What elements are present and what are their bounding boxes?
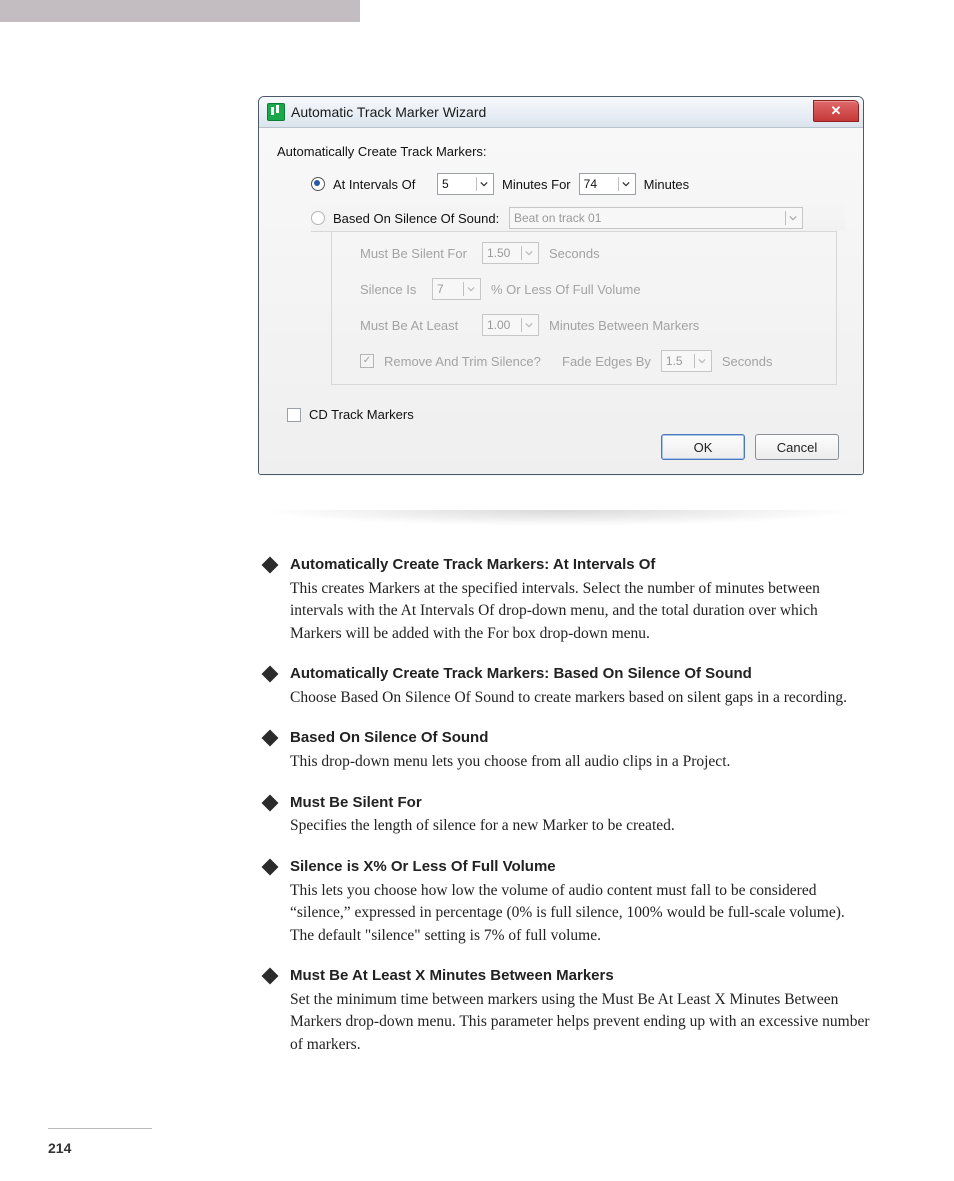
entry-title: Silence is X% Or Less Of Full Volume: [290, 856, 872, 878]
bullet-icon: [262, 794, 279, 811]
dialog-titlebar: Automatic Track Marker Wizard ✕: [259, 97, 863, 128]
fade-edges-label: Fade Edges By: [562, 354, 651, 369]
chevron-down-icon: [463, 282, 478, 296]
document-content: Automatically Create Track Markers: At I…: [260, 554, 872, 1056]
silence-is-suffix: % Or Less Of Full Volume: [491, 282, 641, 297]
entry-title: Must Be Silent For: [290, 792, 872, 814]
silence-group-wrap: Must Be Silent For 1.50 Seconds Silence …: [311, 231, 837, 385]
ok-label: OK: [694, 440, 713, 455]
cd-track-markers-row: CD Track Markers: [287, 407, 845, 422]
silence-clip-value: Beat on track 01: [514, 211, 781, 225]
dialog-title: Automatic Track Marker Wizard: [291, 104, 486, 120]
dialog-body: Automatically Create Track Markers: At I…: [259, 128, 863, 474]
page-header-bar: [0, 0, 360, 22]
minutes-for-value: 74: [584, 177, 614, 191]
track-marker-wizard-dialog: Automatic Track Marker Wizard ✕ Automati…: [258, 96, 864, 475]
entry-body: Specifies the length of silence for a ne…: [290, 815, 872, 837]
ok-button[interactable]: OK: [661, 434, 745, 460]
fade-seconds-label: Seconds: [722, 354, 773, 369]
list-item: Based On Silence Of Sound This drop-down…: [260, 727, 872, 773]
silence-is-row: Silence Is 7 % Or Less Of Full Volume: [360, 278, 820, 300]
footer-rule: [48, 1128, 152, 1129]
cd-track-markers-label: CD Track Markers: [309, 407, 414, 422]
bullet-icon: [262, 730, 279, 747]
must-be-at-least-suffix: Minutes Between Markers: [549, 318, 699, 333]
must-be-at-least-label: Must Be At Least: [360, 318, 472, 333]
must-be-silent-value: 1.50: [487, 246, 517, 260]
minutes-label: Minutes: [644, 177, 690, 192]
list-item: Silence is X% Or Less Of Full Volume Thi…: [260, 856, 872, 947]
bullet-icon: [262, 557, 279, 574]
based-on-silence-radio[interactable]: [311, 211, 325, 225]
section-title: Automatically Create Track Markers:: [277, 144, 845, 159]
silence-options-group: Must Be Silent For 1.50 Seconds Silence …: [331, 232, 837, 385]
cancel-button[interactable]: Cancel: [755, 434, 839, 460]
entry-title: Automatically Create Track Markers: At I…: [290, 554, 872, 576]
chevron-down-icon: [785, 211, 800, 225]
minutes-for-label: Minutes For: [502, 177, 571, 192]
minutes-for-combo[interactable]: 74: [579, 173, 636, 195]
must-be-silent-combo[interactable]: 1.50: [482, 242, 539, 264]
silence-is-combo[interactable]: 7: [432, 278, 481, 300]
bullet-icon: [262, 967, 279, 984]
must-be-silent-label: Must Be Silent For: [360, 246, 472, 261]
remove-trim-checkbox[interactable]: ✓: [360, 354, 374, 368]
silence-is-label: Silence Is: [360, 282, 422, 297]
bullet-icon: [262, 666, 279, 683]
dialog-buttons: OK Cancel: [277, 434, 845, 460]
must-be-at-least-row: Must Be At Least 1.00 Minutes Between Ma…: [360, 314, 820, 336]
must-be-silent-row: Must Be Silent For 1.50 Seconds: [360, 242, 820, 264]
list-item: Must Be At Least X Minutes Between Marke…: [260, 965, 872, 1056]
entry-body: Choose Based On Silence Of Sound to crea…: [290, 687, 872, 709]
chevron-down-icon: [618, 177, 633, 191]
chevron-down-icon: [476, 177, 491, 191]
fade-edges-combo[interactable]: 1.5: [661, 350, 712, 372]
entry-title: Automatically Create Track Markers: Base…: [290, 663, 872, 685]
cancel-label: Cancel: [777, 440, 817, 455]
chevron-down-icon: [521, 318, 536, 332]
entry-title: Based On Silence Of Sound: [290, 727, 872, 749]
must-be-at-least-combo[interactable]: 1.00: [482, 314, 539, 336]
list-item: Must Be Silent For Specifies the length …: [260, 792, 872, 838]
entry-title: Must Be At Least X Minutes Between Marke…: [290, 965, 872, 987]
silence-clip-combo[interactable]: Beat on track 01: [509, 207, 803, 229]
at-intervals-row: At Intervals Of 5 Minutes For 74 Minutes: [311, 173, 845, 195]
list-item: Automatically Create Track Markers: At I…: [260, 554, 872, 645]
at-intervals-value-combo[interactable]: 5: [437, 173, 494, 195]
entry-body: This creates Markers at the specified in…: [290, 578, 872, 645]
list-item: Automatically Create Track Markers: Base…: [260, 663, 872, 709]
at-intervals-label: At Intervals Of: [333, 177, 429, 192]
based-on-silence-label: Based On Silence Of Sound:: [333, 211, 501, 226]
must-be-at-least-value: 1.00: [487, 318, 517, 332]
bullet-icon: [262, 858, 279, 875]
close-icon: ✕: [831, 103, 842, 119]
seconds-label: Seconds: [549, 246, 600, 261]
app-icon: [267, 103, 285, 121]
entry-body: Set the minimum time between markers usi…: [290, 989, 872, 1056]
chevron-down-icon: [521, 246, 536, 260]
dialog-shadow: [258, 510, 862, 526]
entry-body: This lets you choose how low the volume …: [290, 880, 872, 947]
silence-is-value: 7: [437, 282, 459, 296]
check-icon: ✓: [363, 356, 371, 366]
at-intervals-radio[interactable]: [311, 177, 325, 191]
remove-trim-row: ✓ Remove And Trim Silence? Fade Edges By…: [360, 350, 820, 372]
based-on-silence-row: Based On Silence Of Sound: Beat on track…: [311, 205, 845, 231]
at-intervals-value: 5: [442, 177, 472, 191]
fade-edges-value: 1.5: [666, 354, 690, 368]
close-button[interactable]: ✕: [813, 100, 859, 122]
entry-body: This drop-down menu lets you choose from…: [290, 751, 872, 773]
chevron-down-icon: [694, 354, 709, 368]
remove-trim-label: Remove And Trim Silence?: [384, 354, 552, 369]
cd-track-markers-checkbox[interactable]: [287, 408, 301, 422]
page-number: 214: [48, 1140, 71, 1156]
